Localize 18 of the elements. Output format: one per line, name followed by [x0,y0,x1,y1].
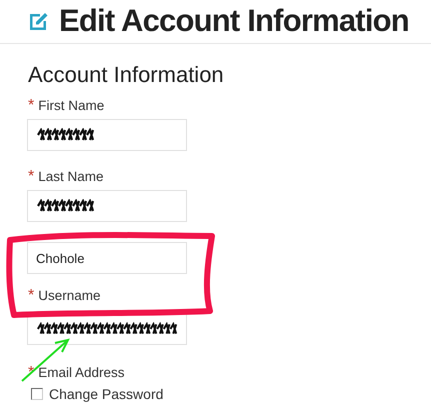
required-mark: * [28,169,34,185]
scribble-drawing [36,128,95,142]
arrow-annotation [21,338,70,382]
required-mark: * [28,98,34,114]
required-mark: * [28,288,34,304]
field-label: Last Name [38,169,104,185]
input-field[interactable]: Chohole [27,242,187,274]
checkbox[interactable] [31,388,43,400]
field-label: First Name [38,98,104,114]
page-title: Edit Account Information [59,3,409,39]
scribble-drawing [36,199,95,213]
input-field[interactable] [27,119,187,151]
field-label: Username [38,288,101,304]
section-title: Account Information [28,62,225,88]
checkbox-label: Change Password [49,386,164,402]
input-field[interactable] [27,313,187,345]
input-field[interactable] [27,190,187,222]
field-label: Email Address [38,365,125,381]
